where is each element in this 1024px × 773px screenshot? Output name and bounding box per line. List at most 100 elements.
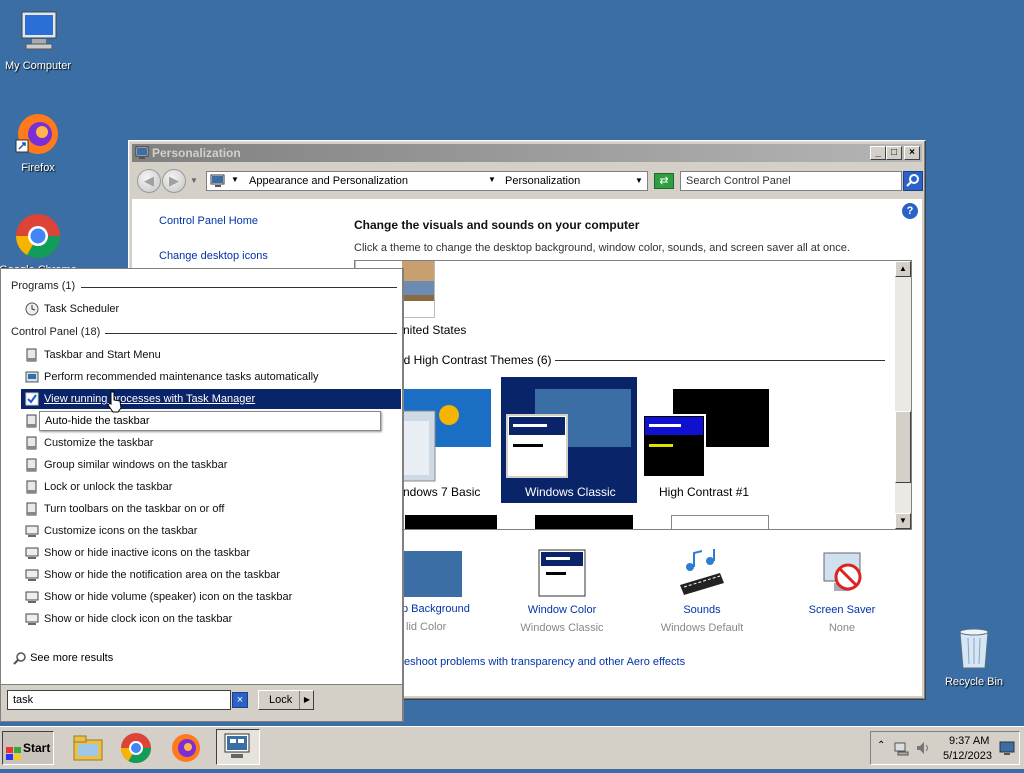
result-label: Show or hide clock icon on the taskbar xyxy=(44,613,233,625)
theme-high-contrast-1[interactable]: High Contrast #1 xyxy=(639,377,775,503)
desktop-icon-label: My Computer xyxy=(4,60,72,72)
theme-thumbnail-partial[interactable] xyxy=(405,515,497,529)
control-panel-result[interactable]: Taskbar and Start Menu xyxy=(21,345,401,365)
programs-group-header: Programs (1) xyxy=(11,280,76,292)
hand-cursor-icon xyxy=(107,391,122,413)
theme-label: Windows Classic xyxy=(525,485,616,499)
desktop-background-swatch xyxy=(402,551,462,597)
control-panel-taskbar-icon[interactable] xyxy=(216,729,260,765)
back-button[interactable]: ◀ xyxy=(137,169,161,193)
link-control-panel-home[interactable]: Control Panel Home xyxy=(159,215,258,227)
desktop-icon-firefox[interactable]: Firefox xyxy=(0,110,78,174)
recycle-bin-icon xyxy=(950,624,998,672)
control-panel-result[interactable]: Show or hide volume (speaker) icon on th… xyxy=(21,587,401,607)
desktop-icon-my-computer[interactable]: My Computer xyxy=(0,8,78,72)
lock-button[interactable]: Lock ▶ xyxy=(258,690,314,710)
task-manager-icon xyxy=(25,392,39,406)
tooltip-text: Auto-hide the taskbar xyxy=(45,415,150,427)
breadcrumb-separator-icon[interactable]: ▼ xyxy=(488,175,496,184)
show-desktop-icon[interactable] xyxy=(999,740,1015,759)
refresh-icon[interactable]: ⇄ xyxy=(654,173,674,189)
firefox-taskbar-icon[interactable] xyxy=(170,732,202,764)
desktop-icon-chrome[interactable]: Google Chrome xyxy=(0,212,78,276)
page-subheading: Click a theme to change the desktop back… xyxy=(354,242,850,254)
control-panel-group-header: Control Panel (18) xyxy=(11,326,101,338)
page-heading: Change the visuals and sounds on your co… xyxy=(354,218,640,232)
desktop-background-title: p Background xyxy=(402,603,470,615)
screen-saver-title: Screen Saver xyxy=(808,604,876,616)
clock-icon xyxy=(25,302,39,316)
taskbar-icon xyxy=(25,348,39,362)
close-button[interactable]: × xyxy=(904,146,920,160)
breadcrumb-separator-icon[interactable]: ▼ xyxy=(231,175,239,184)
clock-time[interactable]: 9:37 AM xyxy=(949,735,989,747)
theme-gallery-scrollbar[interactable]: ▲ ▼ xyxy=(895,261,911,529)
control-panel-result[interactable]: Show or hide the notification area on th… xyxy=(21,565,401,585)
result-label: Group similar windows on the taskbar xyxy=(44,459,228,471)
link-change-desktop-icons[interactable]: Change desktop icons xyxy=(159,250,268,262)
start-button[interactable]: Start xyxy=(2,731,54,765)
address-bar: ◀ ▶ ▼ ▼ Appearance and Personalization ▼… xyxy=(132,165,923,197)
monitor-icon xyxy=(25,524,39,538)
taskbar: Start ⌃ 9:37 AM 5/12/2023 xyxy=(0,726,1024,769)
network-icon[interactable] xyxy=(893,740,909,759)
result-label: Customize the taskbar xyxy=(44,437,154,449)
breadcrumb[interactable]: ▼ Appearance and Personalization ▼ Perso… xyxy=(206,171,648,191)
control-panel-result[interactable]: Perform recommended maintenance tasks au… xyxy=(21,367,401,387)
control-panel-result[interactable]: Lock or unlock the taskbar xyxy=(21,477,401,497)
firefox-icon xyxy=(14,110,62,158)
theme-thumbnail-partial[interactable] xyxy=(535,515,633,529)
control-panel-result[interactable]: Group similar windows on the taskbar xyxy=(21,455,401,475)
desktop-icon-recycle-bin[interactable]: Recycle Bin xyxy=(934,624,1014,688)
scroll-up-button[interactable]: ▲ xyxy=(895,261,911,277)
forward-button[interactable]: ▶ xyxy=(162,169,186,193)
start-search-input[interactable]: task xyxy=(7,690,231,710)
result-task-scheduler[interactable]: Task Scheduler xyxy=(21,299,401,319)
window-color-setting[interactable]: Window Color Windows Classic xyxy=(502,549,622,634)
result-label: Lock or unlock the taskbar xyxy=(44,481,173,493)
desktop-icon-label: Recycle Bin xyxy=(944,676,1004,688)
nav-history-dropdown-icon[interactable]: ▼ xyxy=(190,176,198,185)
address-dropdown-icon[interactable]: ▼ xyxy=(635,176,643,185)
chrome-icon xyxy=(14,212,62,260)
scroll-down-button[interactable]: ▼ xyxy=(895,513,911,529)
volume-icon[interactable] xyxy=(915,740,931,759)
window-titlebar[interactable]: Personalization _ □ × xyxy=(132,144,922,162)
file-explorer-taskbar-icon[interactable] xyxy=(72,732,104,764)
result-label: Task Scheduler xyxy=(44,303,120,315)
monitor-icon xyxy=(25,568,39,582)
control-panel-result[interactable]: Turn toolbars on the taskbar on or off xyxy=(21,499,401,519)
help-icon[interactable]: ? xyxy=(902,203,918,219)
result-label: Customize icons on the taskbar xyxy=(44,525,198,537)
breadcrumb-personalization[interactable]: Personalization xyxy=(505,175,580,187)
window-app-icon xyxy=(135,146,149,160)
lock-options-arrow-icon[interactable]: ▶ xyxy=(299,691,314,709)
theme-thumbnail-partial[interactable] xyxy=(671,515,769,529)
troubleshoot-link[interactable]: eshoot problems with transparency and ot… xyxy=(404,656,685,668)
search-icon[interactable] xyxy=(903,171,923,191)
maximize-button[interactable]: □ xyxy=(886,146,902,160)
breadcrumb-appearance[interactable]: Appearance and Personalization xyxy=(249,175,408,187)
theme-windows-classic[interactable]: Windows Classic xyxy=(501,377,637,503)
control-panel-result[interactable]: Show or hide inactive icons on the taskb… xyxy=(21,543,401,563)
desktop-background-setting[interactable]: p Background lid Color xyxy=(392,549,512,633)
control-panel-result[interactable]: Customize the taskbar xyxy=(21,433,401,453)
control-panel-result[interactable]: Customize icons on the taskbar xyxy=(21,521,401,541)
screen-saver-setting[interactable]: Screen Saver None xyxy=(782,549,902,634)
minimize-button[interactable]: _ xyxy=(870,146,886,160)
group-divider xyxy=(105,333,397,334)
show-hidden-icons-icon[interactable]: ⌃ xyxy=(877,740,885,751)
control-panel-result[interactable]: View running processes with Task Manager xyxy=(21,389,401,409)
chrome-taskbar-icon[interactable] xyxy=(120,732,152,764)
scroll-thumb[interactable] xyxy=(895,411,911,483)
theme-label: High Contrast #1 xyxy=(659,485,750,499)
clear-search-icon[interactable]: × xyxy=(232,692,248,708)
search-input[interactable]: Search Control Panel xyxy=(680,171,902,191)
control-panel-result[interactable]: Show or hide clock icon on the taskbar xyxy=(21,609,401,629)
clock-date[interactable]: 5/12/2023 xyxy=(943,750,992,762)
windows-flag-icon xyxy=(6,741,22,773)
sounds-setting[interactable]: Sounds Windows Default xyxy=(642,549,762,634)
see-more-results-link[interactable]: See more results xyxy=(13,651,113,665)
monitor-icon xyxy=(25,612,39,626)
high-contrast-thumbnail xyxy=(642,389,769,478)
